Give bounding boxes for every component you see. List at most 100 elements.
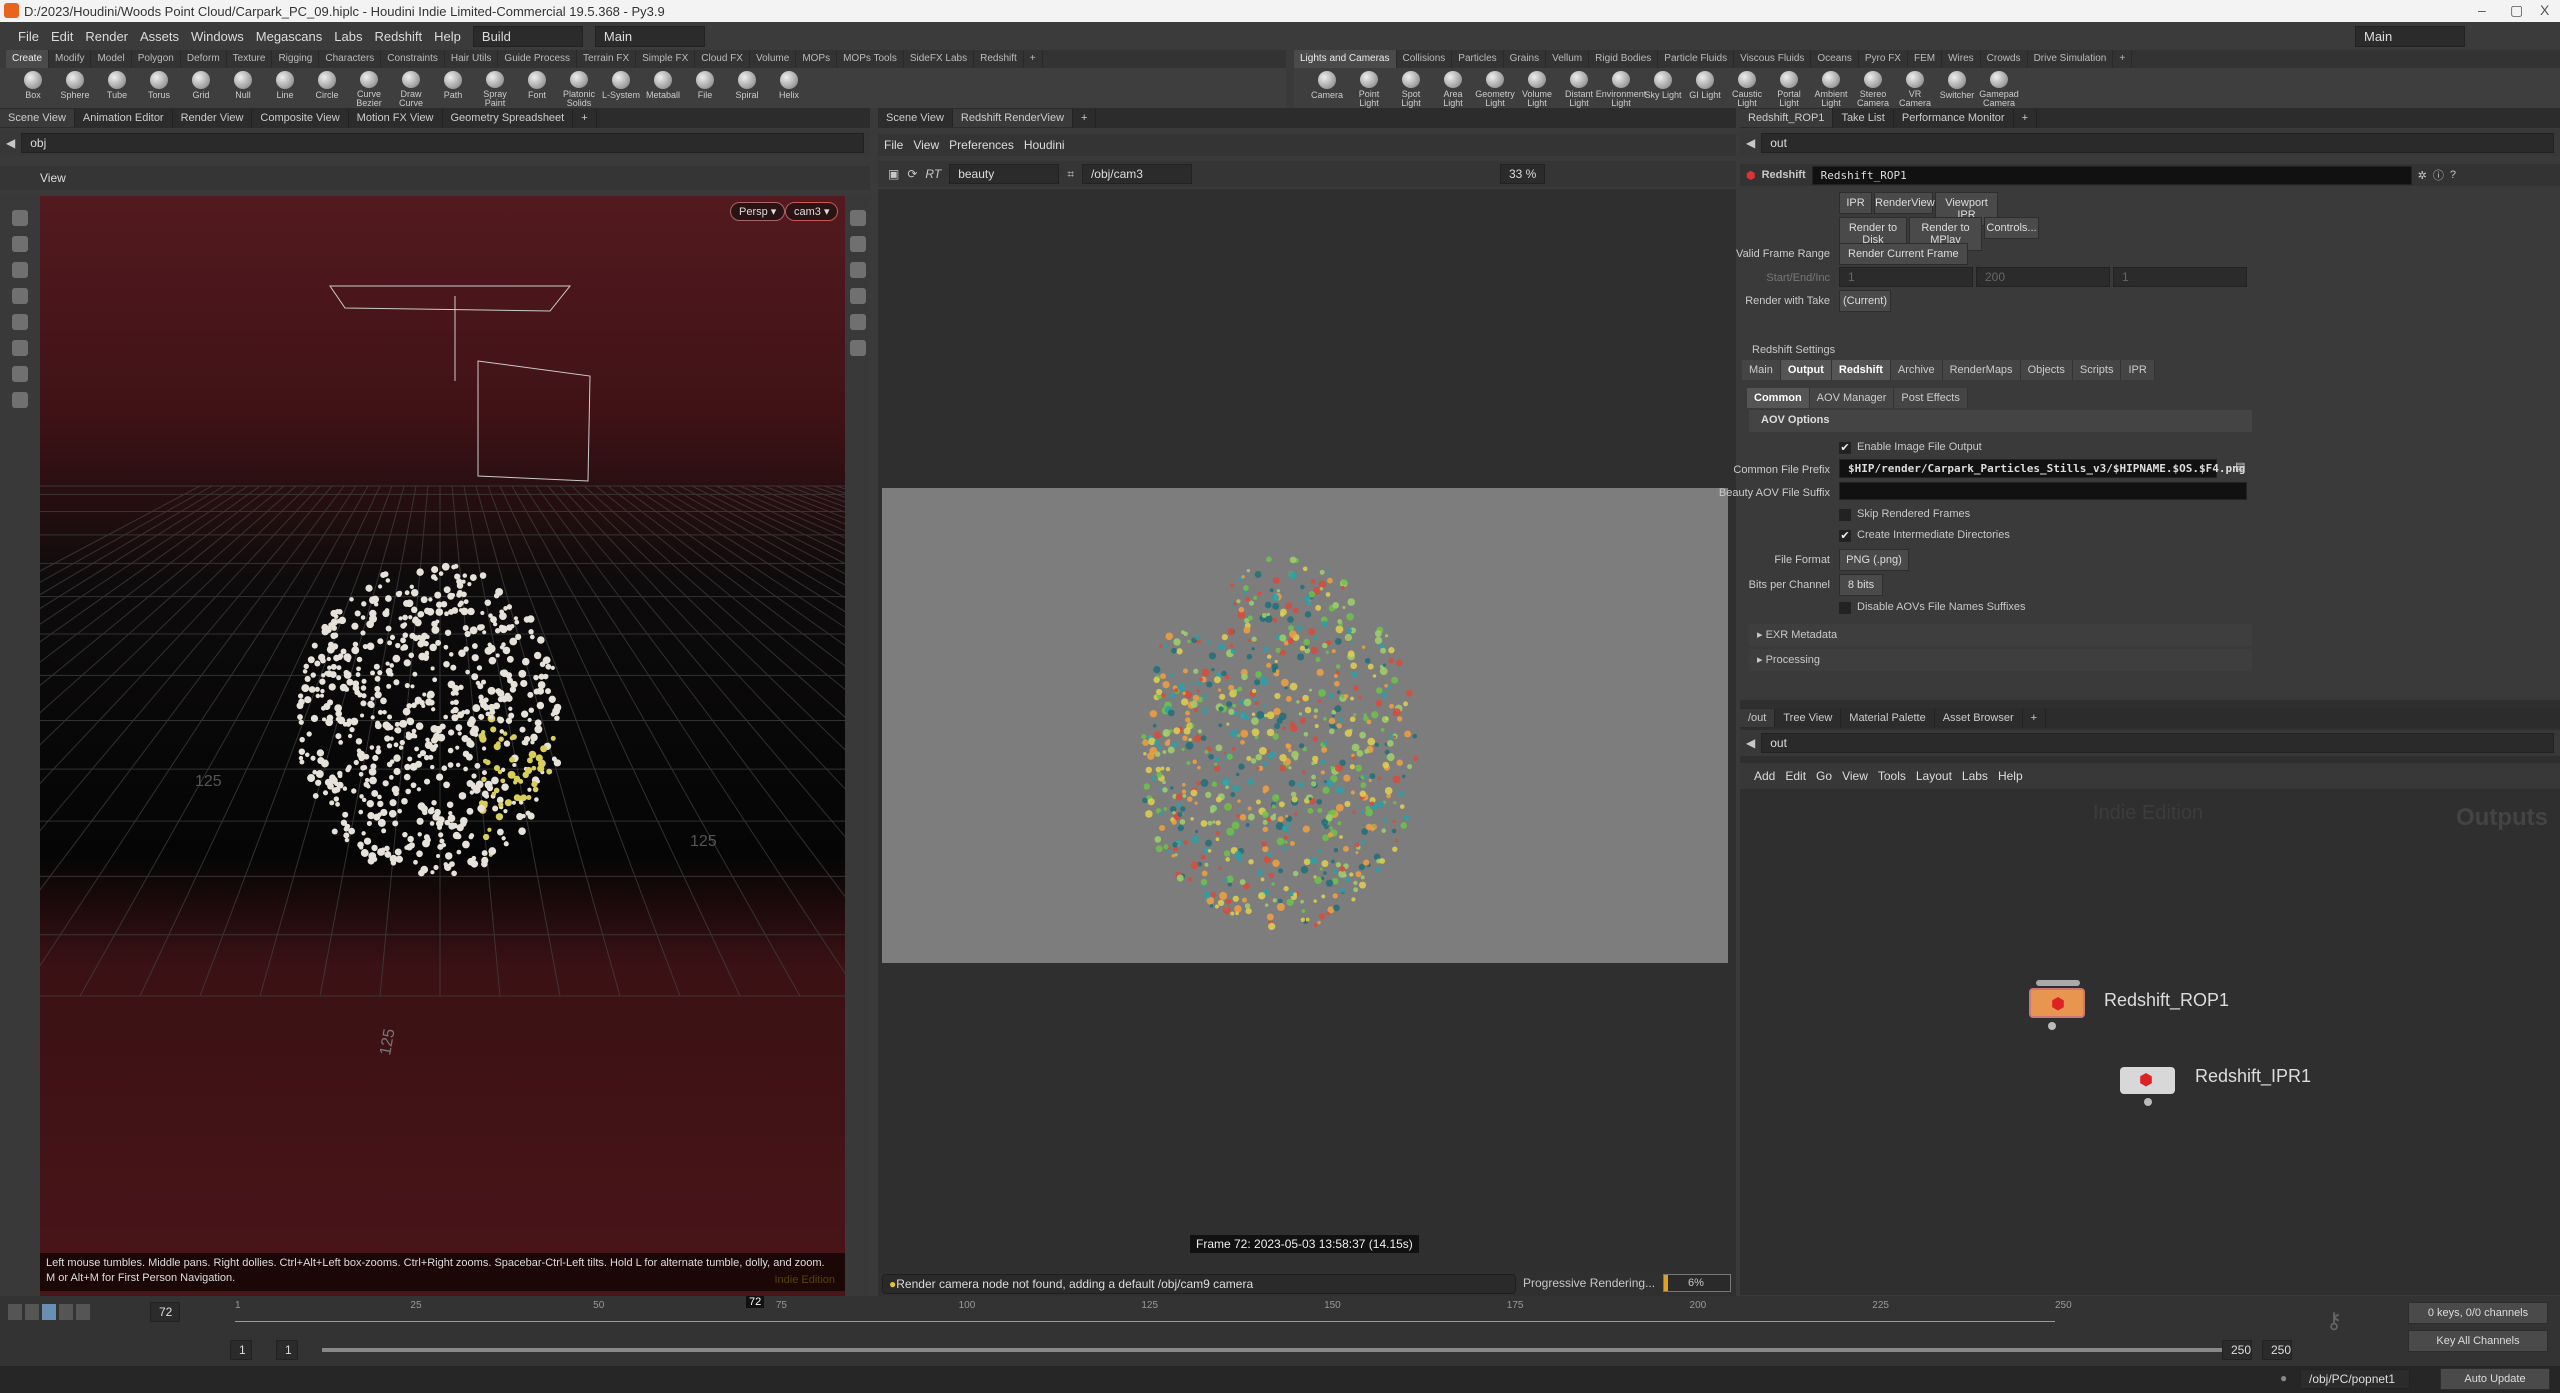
scale-tool-icon[interactable] <box>12 288 28 304</box>
start-frame-field[interactable]: 1 <box>230 1340 252 1360</box>
tab-oceans[interactable]: Oceans <box>1811 50 1859 68</box>
tab-redshift-rop1[interactable]: Redshift_ROP1 <box>1740 109 1834 127</box>
shading-icon[interactable] <box>849 288 866 304</box>
crop-icon[interactable]: ⌗ <box>1067 167 1074 182</box>
camera-menu[interactable]: cam3 ▾ <box>785 202 839 221</box>
tool-camera[interactable]: Camera <box>1308 68 1346 108</box>
menu-render[interactable]: Render <box>85 29 128 44</box>
node-output[interactable] <box>2144 1098 2152 1106</box>
view-menu[interactable]: View <box>40 171 66 185</box>
tab-redshift[interactable]: Redshift <box>974 50 1024 68</box>
tool-l-system[interactable]: L-System <box>602 68 640 108</box>
node-output[interactable] <box>2048 1022 2056 1030</box>
network-path-field[interactable]: out <box>1761 733 2554 753</box>
refresh-icon[interactable]: ⟳ <box>907 167 917 181</box>
camera-select[interactable]: /obj/cam3 <box>1081 164 1192 184</box>
enable-output-checkbox[interactable]: ✔ <box>1839 442 1851 454</box>
tab-redshift-renderview[interactable]: Redshift RenderView <box>952 109 1074 127</box>
tab-drive-simulation[interactable]: Drive Simulation <box>2028 50 2114 68</box>
renderview-menu-preferences[interactable]: Preferences <box>949 138 1014 152</box>
tool-sphere[interactable]: Sphere <box>56 68 94 108</box>
start-field[interactable]: 1 <box>1839 267 1973 287</box>
stop-button[interactable] <box>42 1304 56 1320</box>
controls-button[interactable]: Controls... <box>1984 217 2039 239</box>
tool-ambient-light[interactable]: Ambient Light <box>1812 68 1850 108</box>
create-dirs-checkbox[interactable]: ✔ <box>1839 530 1851 542</box>
tool-box[interactable]: Box <box>14 68 52 108</box>
wireframe-icon[interactable] <box>849 314 866 330</box>
play-button[interactable] <box>59 1304 73 1320</box>
tab-polygon[interactable]: Polygon <box>132 50 181 68</box>
tab-deform[interactable]: Deform <box>181 50 227 68</box>
tool-draw-curve[interactable]: Draw Curve <box>392 68 430 108</box>
tab-material-palette[interactable]: Material Palette <box>1841 709 1935 727</box>
maximize-button[interactable]: ▢ <box>2510 2 2523 19</box>
tab-lights-and-cameras[interactable]: Lights and Cameras <box>1294 50 1397 68</box>
frame-cursor[interactable]: 72 <box>745 1296 765 1308</box>
tool-environment-light[interactable]: Environment Light <box>1596 68 1646 108</box>
tool-path[interactable]: Path <box>434 68 472 108</box>
tab-animation-editor[interactable]: Animation Editor <box>75 109 173 127</box>
tab-collisions[interactable]: Collisions <box>1397 50 1453 68</box>
settings-tab-main[interactable]: Main <box>1742 360 1781 380</box>
network-menu-edit[interactable]: Edit <box>1785 769 1806 783</box>
context-select[interactable]: Main <box>594 25 705 47</box>
tool-gamepad-camera[interactable]: Gamepad Camera <box>1979 68 2019 108</box>
tab-vellum[interactable]: Vellum <box>1546 50 1590 68</box>
tool-distant-light[interactable]: Distant Light <box>1560 68 1598 108</box>
tab-sidefx-labs[interactable]: SideFX Labs <box>904 50 975 68</box>
tab-model[interactable]: Model <box>91 50 132 68</box>
inc-field[interactable]: 1 <box>2113 267 2247 287</box>
renderview-button[interactable]: RenderView <box>1874 192 1935 214</box>
menu-labs[interactable]: Labs <box>334 29 362 44</box>
add-tab-button[interactable]: + <box>1024 50 1043 68</box>
tool-spray-paint[interactable]: Spray Paint <box>476 68 514 108</box>
valid-frame-range-select[interactable]: Render Current Frame <box>1839 243 1968 265</box>
tab-scene-view[interactable]: Scene View <box>878 109 953 127</box>
skip-frames-checkbox[interactable] <box>1839 509 1851 521</box>
suffix-field[interactable] <box>1839 482 2247 500</box>
menu-help[interactable]: Help <box>434 29 461 44</box>
settings-tab-scripts[interactable]: Scripts <box>2072 360 2122 380</box>
file-prefix-field[interactable]: $HIP/render/Carpark_Particles_Stills_v3/… <box>1839 459 2245 478</box>
tab-particle-fluids[interactable]: Particle Fluids <box>1658 50 1735 68</box>
tool-area-light[interactable]: Area Light <box>1434 68 1472 108</box>
add-tab-button[interactable]: + <box>2113 50 2133 68</box>
tool-point-light[interactable]: Point Light <box>1350 68 1388 108</box>
menu-megascans[interactable]: Megascans <box>256 29 322 44</box>
renderview-menu-view[interactable]: View <box>913 138 939 152</box>
node-redshift-ipr1[interactable]: ⬢ <box>2120 1067 2175 1094</box>
tab-rigging[interactable]: Rigging <box>272 50 320 68</box>
tab-fem[interactable]: FEM <box>1908 50 1943 68</box>
end-frame-field[interactable]: 250 <box>2222 1340 2252 1360</box>
snap-icon[interactable] <box>12 366 28 382</box>
add-tab-button[interactable]: + <box>2023 709 2047 727</box>
menu-edit[interactable]: Edit <box>51 29 73 44</box>
tool-helix[interactable]: Helix <box>770 68 808 108</box>
settings-tab-ipr[interactable]: IPR <box>2121 360 2155 380</box>
move-tool-icon[interactable] <box>12 236 28 252</box>
tab-wires[interactable]: Wires <box>1942 50 1981 68</box>
tab-grains[interactable]: Grains <box>1504 50 1547 68</box>
rt-toggle[interactable]: RT <box>925 167 941 181</box>
tool-platonic-solids[interactable]: Platonic Solids <box>560 68 598 108</box>
question-icon[interactable]: ? <box>2450 169 2456 181</box>
jump-end-button[interactable] <box>76 1304 90 1320</box>
disable-suffix-checkbox[interactable] <box>1839 602 1851 614</box>
tab-geometry-spreadsheet[interactable]: Geometry Spreadsheet <box>443 109 574 127</box>
tab-terrain-fx[interactable]: Terrain FX <box>577 50 637 68</box>
menu-windows[interactable]: Windows <box>191 29 244 44</box>
select-tool-icon[interactable] <box>12 210 28 226</box>
settings-tab-redshift[interactable]: Redshift <box>1831 360 1891 380</box>
processing-section[interactable]: ▸ Processing <box>1749 649 2252 671</box>
tool-geometry-light[interactable]: Geometry Light <box>1475 68 1515 108</box>
tool-curve-bezier[interactable]: Curve Bezier <box>350 68 388 108</box>
pose-tool-icon[interactable] <box>12 340 28 356</box>
tab-crowds[interactable]: Crowds <box>1981 50 2028 68</box>
tab-tree-view[interactable]: Tree View <box>1775 709 1842 727</box>
tab-pyro-fx[interactable]: Pyro FX <box>1859 50 1908 68</box>
help-icon[interactable]: ⓘ <box>2433 167 2444 183</box>
network-menu-view[interactable]: View <box>1842 769 1868 783</box>
aov-select[interactable]: beauty <box>949 164 1060 184</box>
settings-tab-output[interactable]: Output <box>1780 360 1832 380</box>
